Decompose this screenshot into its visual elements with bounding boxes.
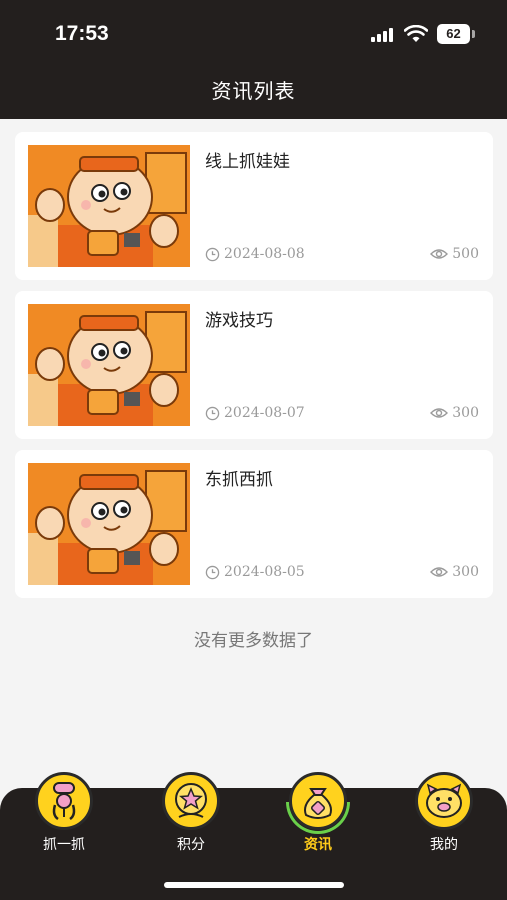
- money-bag-icon: [289, 772, 347, 830]
- tab-profile[interactable]: 我的: [404, 772, 484, 862]
- tab-claw[interactable]: 抓一抓: [24, 772, 104, 862]
- article-date: 2024-08-07: [205, 405, 305, 421]
- article-date-text: 2024-08-07: [224, 405, 305, 421]
- status-time: 17:53: [55, 22, 109, 45]
- star-points-icon: [162, 772, 220, 830]
- battery-icon: 62: [437, 24, 470, 44]
- tab-label: 抓一抓: [43, 837, 85, 853]
- article-date-text: 2024-08-08: [224, 246, 305, 262]
- article-thumbnail: [28, 463, 190, 585]
- tab-points[interactable]: 积分: [151, 772, 231, 862]
- article-views-count: 500: [452, 246, 479, 262]
- article-title: 线上抓娃娃: [205, 152, 290, 172]
- home-indicator: [164, 882, 344, 888]
- clock-icon: [205, 406, 220, 420]
- eye-icon: [430, 567, 449, 577]
- article-views-count: 300: [452, 405, 479, 421]
- eye-icon: [430, 249, 449, 259]
- article-views: 300: [430, 564, 479, 580]
- article-views-count: 300: [452, 564, 479, 580]
- page-title: 资讯列表: [211, 79, 296, 103]
- article-card[interactable]: 东抓西抓 2024-08-05 300: [15, 450, 493, 598]
- article-title: 游戏技巧: [205, 311, 273, 331]
- top-bar: 17:53 62 资讯列表: [0, 0, 507, 119]
- article-date: 2024-08-05: [205, 564, 305, 580]
- article-card[interactable]: 游戏技巧 2024-08-07 300: [15, 291, 493, 439]
- article-thumbnail: [28, 304, 190, 426]
- claw-machine-icon: [35, 772, 93, 830]
- tab-label: 资讯: [304, 837, 332, 853]
- article-date: 2024-08-08: [205, 246, 305, 262]
- article-title: 东抓西抓: [205, 470, 273, 490]
- clock-icon: [205, 247, 220, 261]
- pig-face-icon: [415, 772, 473, 830]
- cellular-signal-icon: [371, 28, 397, 42]
- battery-tip: [472, 30, 475, 38]
- article-thumbnail: [28, 145, 190, 267]
- wifi-icon: [404, 25, 428, 42]
- no-more-data-text: 没有更多数据了: [194, 631, 313, 651]
- clock-icon: [205, 565, 220, 579]
- eye-icon: [430, 408, 449, 418]
- tab-label: 积分: [177, 837, 205, 853]
- article-card[interactable]: 线上抓娃娃 2024-08-08 500: [15, 132, 493, 280]
- article-views: 500: [430, 246, 479, 262]
- tab-news[interactable]: 资讯: [278, 772, 358, 862]
- tab-label: 我的: [430, 837, 458, 853]
- article-views: 300: [430, 405, 479, 421]
- article-date-text: 2024-08-05: [224, 564, 305, 580]
